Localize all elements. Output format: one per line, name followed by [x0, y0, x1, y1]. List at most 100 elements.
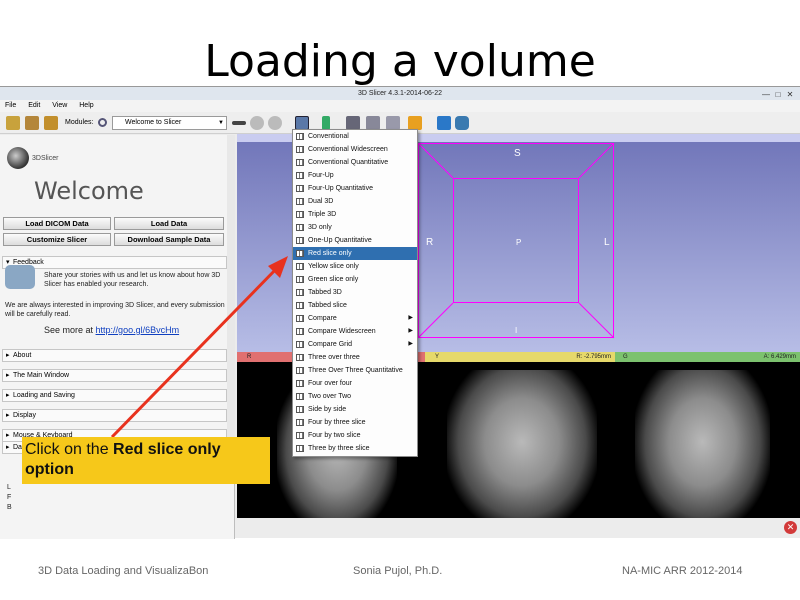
close-icon[interactable]: ✕: [784, 521, 797, 534]
yellow-slice-bar[interactable]: Y R: -2.795mm: [425, 352, 615, 362]
coord-l: L: [7, 484, 11, 491]
layout-grid-icon: [296, 133, 304, 140]
welcome-heading: Welcome: [34, 177, 144, 205]
green-slice-bar[interactable]: G A: 6.429mm: [615, 352, 800, 362]
layout-menu-label: Compare Grid: [308, 341, 352, 348]
layout-menu-label: Three by three slice: [308, 445, 370, 452]
layout-grid-icon: [296, 224, 304, 231]
layout-menu-item[interactable]: Four by three slice: [293, 416, 417, 429]
layout-menu-label: Three over three: [308, 354, 360, 361]
coord-b: B: [7, 504, 12, 511]
capture-icon[interactable]: [346, 116, 360, 130]
footer-center: Sonia Pujol, Ph.D.: [353, 565, 443, 577]
yellow-slice-view[interactable]: [425, 362, 615, 518]
layout-menu-label: One-Up Quantitative: [308, 237, 372, 244]
load-dicom-button[interactable]: Load DICOM Data: [3, 217, 111, 230]
layout-grid-icon: [296, 445, 304, 452]
axis-label-left: L: [604, 237, 610, 248]
layout-menu-item[interactable]: Four by two slice: [293, 429, 417, 442]
layout-menu-item[interactable]: Four over four: [293, 377, 417, 390]
green-slice-letter: G: [623, 354, 628, 360]
layout-menu-item[interactable]: One-Up Quantitative: [293, 234, 417, 247]
module-history-icon[interactable]: [232, 121, 246, 125]
layout-menu-item[interactable]: Conventional: [293, 130, 417, 143]
layout-menu-label: Compare: [308, 315, 337, 322]
layout-menu-item[interactable]: Three by three slice: [293, 442, 417, 455]
layout-menu-label: Compare Widescreen: [308, 328, 376, 335]
layout-menu-item[interactable]: Conventional Quantitative: [293, 156, 417, 169]
layout-menu-item[interactable]: Compare ▶: [293, 312, 417, 325]
layout-icon[interactable]: [295, 116, 309, 130]
layout-menu-item[interactable]: Side by side: [293, 403, 417, 416]
save-icon[interactable]: [44, 116, 58, 130]
green-slice-view[interactable]: [615, 362, 800, 518]
axis-label-inferior: I: [515, 326, 518, 335]
layout-menu-item[interactable]: Green slice only: [293, 273, 417, 286]
layout-menu-label: Dual 3D: [308, 198, 334, 205]
python-icon[interactable]: [455, 116, 469, 130]
callout-prefix: Click on the: [25, 441, 109, 458]
menubar: File Edit View Help: [0, 100, 800, 112]
layout-menu-label: Four-Up: [308, 172, 334, 179]
logo-text: 3DSlicer: [32, 155, 59, 162]
layout-menu-item[interactable]: Red slice only: [293, 247, 417, 260]
dicom-icon[interactable]: [25, 116, 39, 130]
layout-menu-item[interactable]: Three Over Three Quantitative: [293, 364, 417, 377]
layout-menu-label: Two over Two: [308, 393, 352, 400]
back-arrow-icon[interactable]: [250, 116, 264, 130]
slicer-logo-icon: [7, 147, 29, 169]
layout-grid-icon: [296, 159, 304, 166]
forward-arrow-icon[interactable]: [268, 116, 282, 130]
download-sample-button[interactable]: Download Sample Data: [114, 233, 224, 246]
scene-view-icon[interactable]: [366, 116, 380, 130]
layout-menu-item[interactable]: Compare Grid ▶: [293, 338, 417, 351]
fiducial-icon[interactable]: [408, 116, 422, 130]
footer-right: NA-MIC ARR 2012-2014: [622, 565, 743, 577]
window-titlebar: 3D Slicer 4.3.1-2014-06-22 — □ ✕: [0, 87, 800, 100]
crosshair-view-icon[interactable]: [386, 116, 400, 130]
mouse-mode-icon[interactable]: [322, 116, 330, 130]
layout-menu-item[interactable]: Yellow slice only: [293, 260, 417, 273]
layout-menu-item[interactable]: 3D only: [293, 221, 417, 234]
layout-menu-item[interactable]: Tabbed slice: [293, 299, 417, 312]
module-selector[interactable]: Welcome to Slicer ▼: [112, 116, 227, 130]
layout-menu-label: Four by three slice: [308, 419, 366, 426]
layout-grid-icon: [296, 185, 304, 192]
modules-label: Modules:: [65, 119, 94, 126]
layout-menu-item[interactable]: Conventional Widescreen: [293, 143, 417, 156]
layout-menu-item[interactable]: Three over three: [293, 351, 417, 364]
module-selector-value: Welcome to Slicer: [125, 119, 182, 126]
load-data-icon[interactable]: [6, 116, 20, 130]
layout-menu-item[interactable]: Four-Up Quantitative: [293, 182, 417, 195]
layout-menu-item[interactable]: Triple 3D: [293, 208, 417, 221]
menu-help[interactable]: Help: [79, 102, 93, 109]
chevron-down-icon: ▼: [218, 120, 224, 126]
callout-suffix: option: [25, 461, 74, 478]
customize-slicer-button[interactable]: Customize Slicer: [3, 233, 111, 246]
layout-menu-label: Green slice only: [308, 276, 359, 283]
speech-bubble-icon: [5, 265, 35, 289]
layout-menu-label: Side by side: [308, 406, 347, 413]
menu-file[interactable]: File: [5, 102, 16, 109]
red-arrow: [110, 256, 288, 439]
layout-menu-label: Red slice only: [308, 250, 352, 257]
layout-menu-item[interactable]: Two over Two: [293, 390, 417, 403]
search-icon[interactable]: [98, 118, 107, 127]
layout-menu-item[interactable]: Four-Up: [293, 169, 417, 182]
extension-icon[interactable]: [437, 116, 451, 130]
callout-bold: Red slice only: [113, 441, 221, 458]
layout-menu-item[interactable]: Dual 3D: [293, 195, 417, 208]
menu-edit[interactable]: Edit: [28, 102, 40, 109]
layout-menu-label: Conventional: [308, 133, 349, 140]
layout-menu-item[interactable]: Tabbed 3D: [293, 286, 417, 299]
menu-view[interactable]: View: [52, 102, 67, 109]
yellow-slice-offset: R: -2.795mm: [576, 354, 611, 360]
layout-menu-item[interactable]: Compare Widescreen ▶: [293, 325, 417, 338]
layout-grid-icon: [296, 198, 304, 205]
layout-menu-label: Four-Up Quantitative: [308, 185, 373, 192]
axis-label-posterior: P: [516, 238, 522, 247]
load-data-button[interactable]: Load Data: [114, 217, 224, 230]
coronal-brain-image: [635, 370, 770, 518]
submenu-arrow-icon: ▶: [408, 341, 413, 347]
layout-grid-icon: [296, 172, 304, 179]
